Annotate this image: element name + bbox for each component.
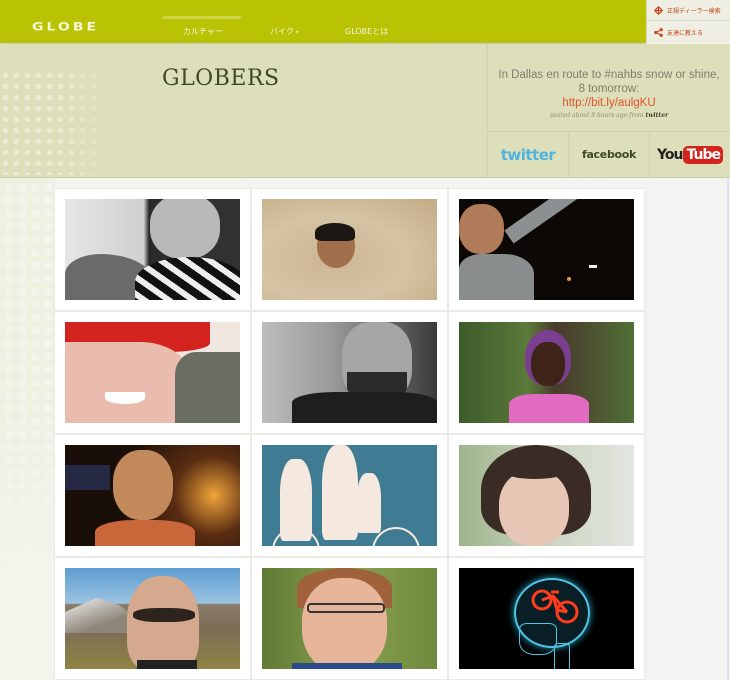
facebook-logo-icon: facebook	[581, 148, 637, 161]
share-icon	[654, 28, 663, 37]
page-header: GLOBERS In Dallas en route to #nahbs sno…	[0, 44, 730, 178]
social-links: twitter facebook You Tube	[487, 131, 730, 177]
decorative-pixel-pattern	[0, 178, 55, 568]
twitter-link[interactable]: twitter	[488, 132, 569, 177]
glober-card[interactable]	[252, 435, 447, 556]
tell-a-friend-label: 友達に教える	[667, 30, 703, 37]
latest-tweet: In Dallas en route to #nahbs snow or shi…	[487, 44, 730, 130]
nav-item-label: バイク	[270, 27, 294, 36]
glober-photo	[459, 445, 634, 546]
glober-photo	[262, 568, 437, 669]
glober-photo	[262, 445, 437, 546]
youtube-logo-tube: Tube	[683, 145, 723, 164]
tell-a-friend-link[interactable]: 友達に教える	[647, 22, 730, 43]
youtube-link[interactable]: You Tube	[650, 132, 730, 177]
glober-card[interactable]	[252, 312, 447, 433]
glober-photo	[459, 199, 634, 300]
facebook-link[interactable]: facebook	[569, 132, 650, 177]
utility-links: 正規ディーラー検索 友達に教える	[646, 0, 730, 43]
glober-card[interactable]	[55, 435, 250, 556]
glober-photo	[459, 322, 634, 423]
glober-card[interactable]	[55, 189, 250, 310]
tweet-meta: posted about 8 hours ago from twitter	[488, 112, 730, 119]
glober-card[interactable]	[449, 558, 644, 679]
glober-photo	[262, 199, 437, 300]
tweet-meta-prefix: posted about 8 hours ago from	[549, 112, 644, 119]
glober-photo	[65, 322, 240, 423]
decorative-dot-pattern	[0, 70, 115, 175]
tweet-text: In Dallas en route to #nahbs snow or shi…	[498, 69, 720, 95]
glober-card[interactable]	[252, 558, 447, 679]
glober-card[interactable]	[449, 312, 644, 433]
glober-photo	[459, 568, 634, 669]
nav-item-label: GLOBEとは	[345, 27, 389, 36]
globe-logo[interactable]: GLOBE	[32, 21, 132, 33]
globers-grid	[55, 189, 645, 679]
glober-card[interactable]	[252, 189, 447, 310]
glober-photo	[65, 199, 240, 300]
youtube-logo-icon: You Tube	[657, 145, 723, 164]
nav-active-indicator	[162, 16, 242, 19]
nav-item-culture[interactable]: カルチャー	[183, 26, 223, 37]
dealer-search-label: 正規ディーラー検索	[667, 7, 721, 15]
nav-item-about-globe[interactable]: GLOBEとは	[345, 26, 388, 37]
crosshair-icon	[654, 5, 663, 15]
chevron-down-icon: ▾	[295, 29, 299, 36]
nav-item-bike[interactable]: バイク ▾	[270, 26, 299, 37]
page-title: GLOBERS	[162, 66, 280, 91]
glober-photo	[65, 568, 240, 669]
glober-photo	[262, 322, 437, 423]
glober-card[interactable]	[55, 312, 250, 433]
nav-item-label: カルチャー	[183, 27, 223, 36]
youtube-logo-you: You	[657, 146, 683, 163]
glober-card[interactable]	[449, 189, 644, 310]
glober-photo	[65, 445, 240, 546]
twitter-logo-icon: twitter	[500, 145, 556, 164]
page-edge-divider	[727, 178, 729, 680]
glober-card[interactable]	[449, 435, 644, 556]
tweet-link[interactable]: http://bit.ly/aulgKU	[488, 96, 730, 110]
glober-card[interactable]	[55, 558, 250, 679]
tweet-source[interactable]: twitter	[645, 112, 668, 119]
top-nav-bar: GLOBE カルチャー バイク ▾ GLOBEとは	[0, 0, 646, 43]
dealer-search-link[interactable]: 正規ディーラー検索	[647, 0, 730, 21]
